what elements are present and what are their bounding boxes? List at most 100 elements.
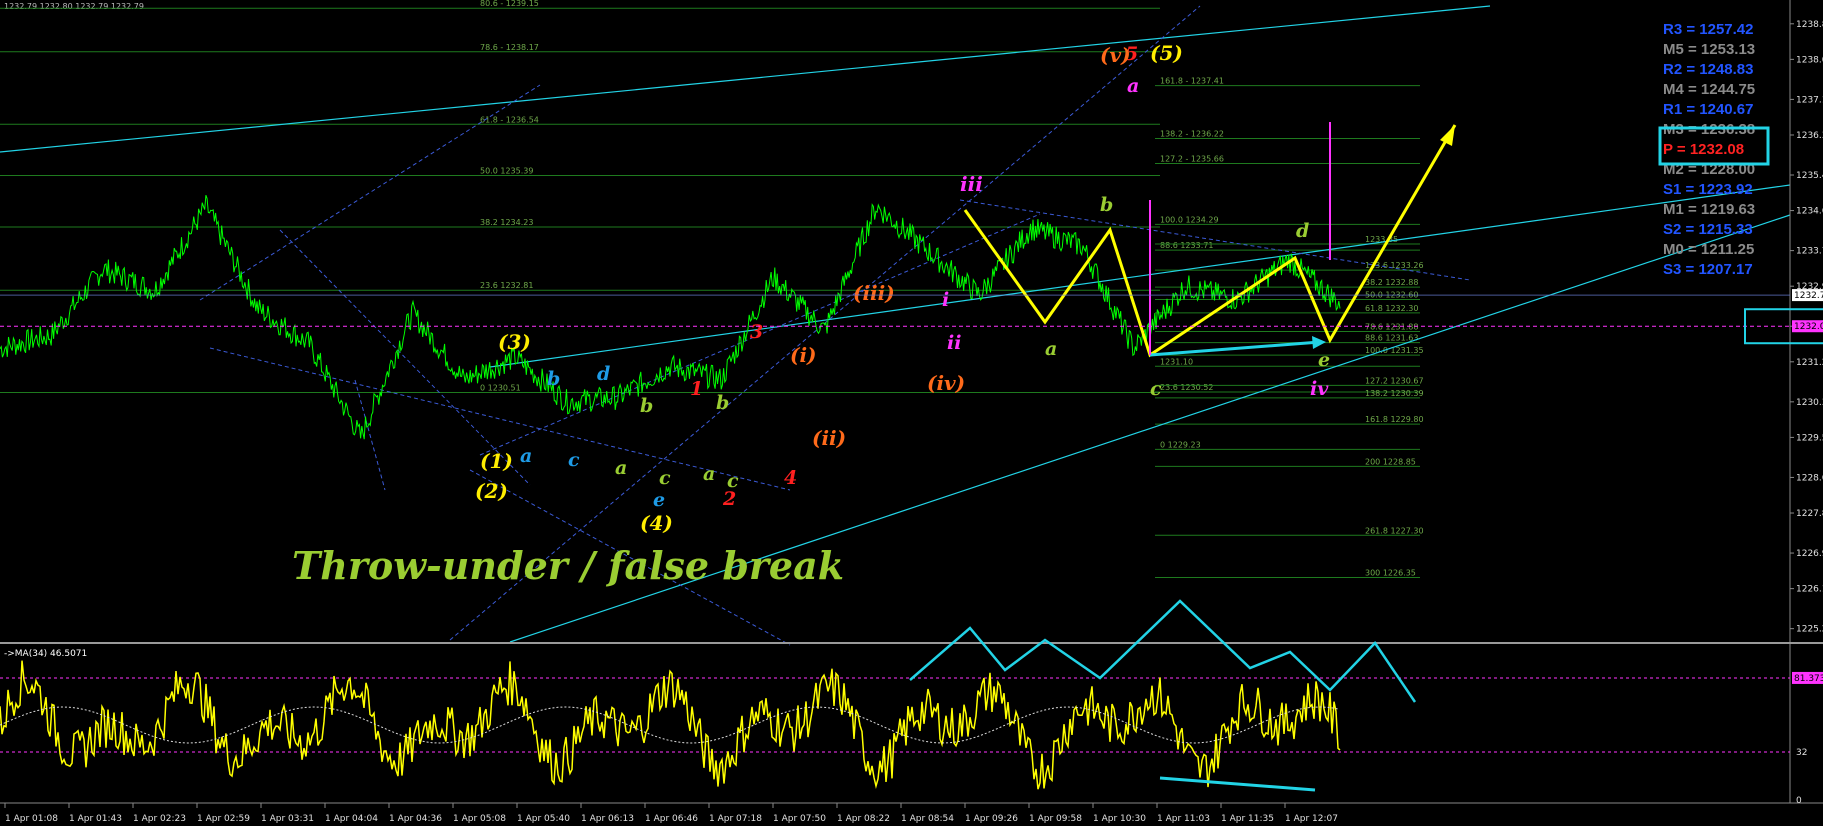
osc-tick-label: 0	[1796, 796, 1802, 806]
fib-level-label: 161.8 1229.80	[1365, 415, 1424, 424]
fib-level-label: 138.2 1230.39	[1365, 389, 1424, 398]
price-tick-label: 1238.8	[1796, 20, 1823, 30]
wave-label: 4	[784, 467, 797, 489]
wave-label: iii	[960, 172, 983, 196]
wave-label: a	[520, 445, 532, 467]
time-tick-label: 1 Apr 10:30	[1093, 814, 1146, 824]
time-tick-label: 1 Apr 01:43	[69, 814, 122, 824]
time-tick-label: 1 Apr 11:35	[1221, 814, 1274, 824]
wave-label: a	[1127, 75, 1139, 97]
price-tick-label: 1231.2	[1796, 358, 1823, 368]
time-tick-label: 1 Apr 04:36	[389, 814, 442, 824]
pivot-level: S1 = 1223.92	[1663, 181, 1753, 198]
time-tick-label: 1 Apr 08:54	[901, 814, 954, 824]
fib-level-label: 161.8 - 1237.41	[1160, 77, 1224, 86]
fib-level-label: 61.8 - 1236.54	[480, 115, 539, 124]
price-tick-label: 1235.4	[1796, 171, 1823, 181]
time-tick-label: 1 Apr 06:46	[645, 814, 698, 824]
pivot-level: M0 = 1211.25	[1663, 241, 1754, 258]
time-tick-label: 1 Apr 01:08	[5, 814, 58, 824]
fib-level-label: 0 1230.51	[480, 383, 521, 392]
time-tick-label: 1 Apr 05:40	[517, 814, 570, 824]
time-tick-label: 1 Apr 11:03	[1157, 814, 1210, 824]
wave-label: (ii)	[812, 426, 846, 450]
fib-level-label: 100.0 1234.29	[1160, 215, 1219, 224]
time-tick-label: 1 Apr 04:04	[325, 814, 378, 824]
wave-label: (v)	[1100, 43, 1131, 67]
wave-label: d	[597, 363, 610, 385]
indicator-label: ->MA(34) 46.5071	[4, 649, 87, 659]
price-tick-label: 1233.7	[1796, 247, 1823, 257]
annotation-caption: Throw-under / false break	[292, 543, 844, 588]
wave-label: a	[703, 463, 715, 485]
time-tick-label: 1 Apr 08:22	[837, 814, 890, 824]
time-tick-label: 1 Apr 12:07	[1285, 814, 1338, 824]
fib-level-label: 138.2 - 1236.22	[1160, 130, 1224, 139]
pivot-level: R3 = 1257.42	[1663, 21, 1754, 38]
wave-label: b	[640, 395, 653, 417]
wave-label: (3)	[498, 330, 531, 354]
marker-price-label: 1232.0	[1794, 322, 1823, 332]
price-tick-label: 1229.5	[1796, 433, 1823, 443]
wave-label: e	[653, 489, 665, 511]
current-price-label: 1232.7	[1794, 291, 1823, 301]
wave-label: (5)	[1150, 41, 1183, 65]
price-tick-label: 1226.9	[1796, 549, 1823, 559]
price-tick-label: 1227.8	[1796, 509, 1823, 519]
wave-label: b	[547, 368, 560, 390]
wave-label: a	[1045, 338, 1057, 360]
price-tick-label: 1237.1	[1796, 95, 1823, 105]
wave-label: c	[568, 449, 580, 471]
pivot-level: P = 1232.08	[1663, 141, 1744, 158]
wave-label: b	[716, 392, 729, 414]
fib-level-label: 78.6 1231.88	[1365, 323, 1418, 332]
fib-level-label: 38.2 1232.88	[1365, 278, 1418, 287]
fib-level-label: 80.6 - 1239.15	[480, 0, 539, 8]
wave-label: 3	[750, 321, 763, 343]
wave-label: (iii)	[853, 281, 895, 305]
wave-label: e	[1318, 349, 1330, 371]
fib-level-label: 38.2 1234.23	[480, 218, 533, 227]
pivot-level: S2 = 1215.33	[1663, 221, 1753, 238]
fib-level-label: 78.6 - 1238.17	[480, 43, 539, 52]
pivot-level: M5 = 1253.13	[1663, 41, 1755, 58]
price-tick-label: 1236.3	[1796, 131, 1823, 141]
wave-label: (iv)	[927, 371, 965, 395]
wave-label: c	[1150, 378, 1162, 400]
time-tick-label: 1 Apr 07:18	[709, 814, 762, 824]
price-tick-label: 1238.0	[1796, 55, 1823, 65]
time-tick-label: 1 Apr 09:58	[1029, 814, 1082, 824]
time-tick-label: 1 Apr 03:31	[261, 814, 314, 824]
time-tick-label: 1 Apr 09:26	[965, 814, 1018, 824]
wave-label: (1)	[480, 449, 513, 473]
price-tick-label: 1234.6	[1796, 207, 1823, 217]
pivot-level: S3 = 1207.17	[1663, 261, 1753, 278]
fib-level-label: 300 1226.35	[1365, 569, 1416, 578]
chart-canvas[interactable]: 1232.79 1232.80 1232.79 1232.79 80.6 - 1…	[0, 0, 1823, 826]
wave-label: 2	[722, 488, 736, 510]
ohlc-header: 1232.79 1232.80 1232.79 1232.79	[4, 2, 144, 11]
fib-level-label: 23.6 1232.81	[480, 281, 533, 290]
time-tick-label: 1 Apr 02:23	[133, 814, 186, 824]
wave-label: c	[659, 467, 671, 489]
fib-level-label: 1231.10	[1160, 357, 1193, 366]
time-tick-label: 1 Apr 06:13	[581, 814, 634, 824]
price-tick-label: 1230.3	[1796, 398, 1823, 408]
fib-level-label: 61.8 1232.30	[1365, 304, 1418, 313]
wave-label: (i)	[790, 343, 817, 367]
fib-level-label: 127.2 - 1235.66	[1160, 154, 1224, 163]
wave-label: b	[1100, 194, 1113, 216]
wave-label: 1	[690, 378, 703, 400]
wave-label: i	[942, 289, 949, 311]
fib-level-label: 88.6 1233.71	[1160, 241, 1213, 250]
fib-level-label: 50.0 1235.39	[480, 166, 533, 175]
wave-label: d	[1296, 220, 1309, 242]
upper-level-label: 81.373	[1794, 674, 1823, 684]
pivot-level: R2 = 1248.83	[1663, 61, 1754, 78]
pivot-level: R1 = 1240.67	[1663, 101, 1754, 118]
time-tick-label: 1 Apr 02:59	[197, 814, 250, 824]
pivot-level: M4 = 1244.75	[1663, 81, 1755, 98]
fib-level-label: 127.2 1230.67	[1365, 376, 1424, 385]
time-tick-label: 1 Apr 07:50	[773, 814, 826, 824]
fib-level-label: 261.8 1227.30	[1365, 526, 1424, 535]
